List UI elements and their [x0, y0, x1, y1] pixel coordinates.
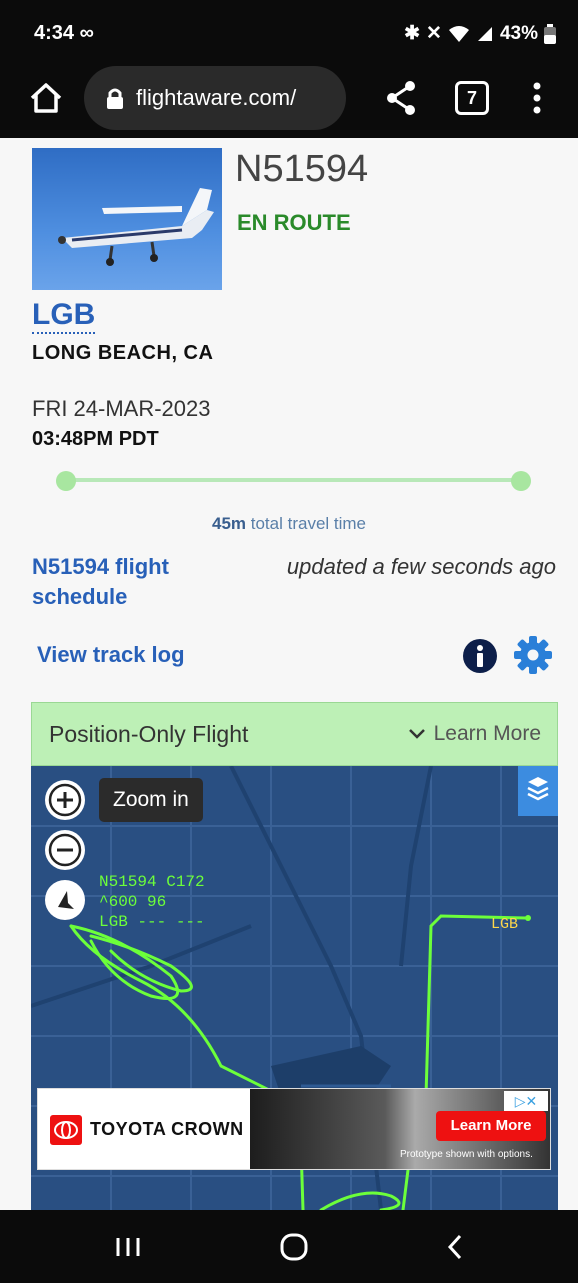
aircraft-data-label[interactable]: N51594 C172 ^600 96 LGB --- ---: [99, 872, 205, 932]
airplane-image: [58, 188, 214, 266]
zoom-in-button[interactable]: [45, 780, 85, 820]
tail-number: N51594: [235, 148, 369, 190]
zoom-out-button[interactable]: [45, 830, 85, 870]
clock-text: 4:34: [34, 22, 75, 44]
mute-icon: ✕: [426, 23, 442, 44]
progress-end-dot: [511, 471, 531, 491]
home-nav-icon[interactable]: [274, 1230, 314, 1264]
aircraft-label-line2: ^600 96: [99, 893, 167, 911]
updated-text: updated a few seconds ago: [286, 554, 556, 579]
back-icon[interactable]: [436, 1230, 476, 1264]
wifi-icon: [448, 25, 469, 42]
status-bar: 4:34 ∞ ✱ ✕ 43%: [0, 0, 578, 60]
browser-toolbar: flightaware.com/ 7: [0, 60, 578, 138]
learn-more-toggle[interactable]: Learn More: [408, 722, 541, 746]
ad-brand-text: TOYOTA CROWN: [90, 1119, 244, 1139]
travel-time: 45m total travel time: [0, 514, 578, 534]
origin-airport-city: LONG BEACH, CA: [32, 342, 214, 364]
position-only-label: Position-Only Flight: [49, 721, 249, 747]
ad-disclaimer: Prototype shown with options.: [400, 1149, 533, 1160]
toyota-logo-icon: [50, 1115, 82, 1145]
share-icon[interactable]: [384, 78, 418, 118]
battery-level: 43%: [499, 22, 538, 44]
departure-time: 03:48PM PDT: [32, 428, 159, 450]
travel-duration-suffix: total travel time: [250, 514, 367, 533]
signal-icon: [477, 26, 492, 41]
aircraft-label-line1: N51594 C172: [99, 873, 205, 891]
system-nav-bar: [0, 1210, 578, 1283]
destination-airport-label: LGB: [491, 916, 519, 933]
gear-icon[interactable]: [512, 634, 554, 676]
bluetooth-icon: ✱: [404, 23, 421, 44]
progress-start-dot: [56, 471, 76, 491]
flight-map[interactable]: Zoom in N51594 C172 ^600 96 LGB --- --- …: [31, 766, 558, 1210]
battery-icon: [544, 23, 556, 44]
status-icons: ✱ ✕ 43%: [404, 22, 556, 45]
flight-progress-bar: [66, 478, 522, 482]
zoom-in-tooltip: Zoom in: [99, 778, 203, 822]
advertisement-banner[interactable]: TOYOTA CROWN Learn More Prototype shown …: [37, 1088, 551, 1170]
learn-more-label: Learn More: [433, 722, 541, 745]
departure-date: FRI 24-MAR-2023: [32, 396, 211, 421]
minus-icon: [48, 833, 82, 867]
home-icon[interactable]: [26, 78, 66, 118]
ad-learn-more-button[interactable]: Learn More: [436, 1111, 546, 1141]
origin-airport-code[interactable]: LGB: [32, 298, 96, 334]
status-time: 4:34 ∞: [34, 22, 94, 45]
travel-duration: 45m: [211, 514, 247, 533]
plus-icon: [48, 783, 82, 817]
layers-icon: [527, 777, 549, 801]
aircraft-label-line3: LGB --- ---: [99, 913, 205, 931]
more-menu-icon[interactable]: [526, 80, 548, 116]
aircraft-photo[interactable]: [32, 148, 222, 290]
compass-arrow-icon: [58, 891, 74, 909]
chevron-down-icon: [408, 729, 425, 739]
map-layers-button[interactable]: [518, 766, 558, 816]
info-icon[interactable]: [462, 638, 498, 674]
recent-apps-icon[interactable]: [108, 1230, 148, 1264]
url-text: flightaware.com/: [136, 85, 297, 110]
lock-icon: [107, 88, 123, 109]
infinity-icon: ∞: [79, 22, 94, 44]
flight-status: EN ROUTE: [237, 210, 351, 235]
flight-schedule-link[interactable]: N51594 flight schedule: [32, 552, 222, 612]
tab-switcher-button[interactable]: 7: [455, 81, 489, 115]
address-bar[interactable]: flightaware.com/: [84, 66, 346, 130]
reset-north-button[interactable]: [45, 880, 85, 920]
track-log-link[interactable]: View track log: [37, 642, 185, 668]
ad-close-icon[interactable]: ▷✕: [504, 1091, 548, 1111]
page-content: N51594 EN ROUTE LGB LONG BEACH, CA FRI 2…: [0, 138, 578, 1210]
position-only-banner[interactable]: Position-Only Flight Learn More: [31, 702, 558, 766]
